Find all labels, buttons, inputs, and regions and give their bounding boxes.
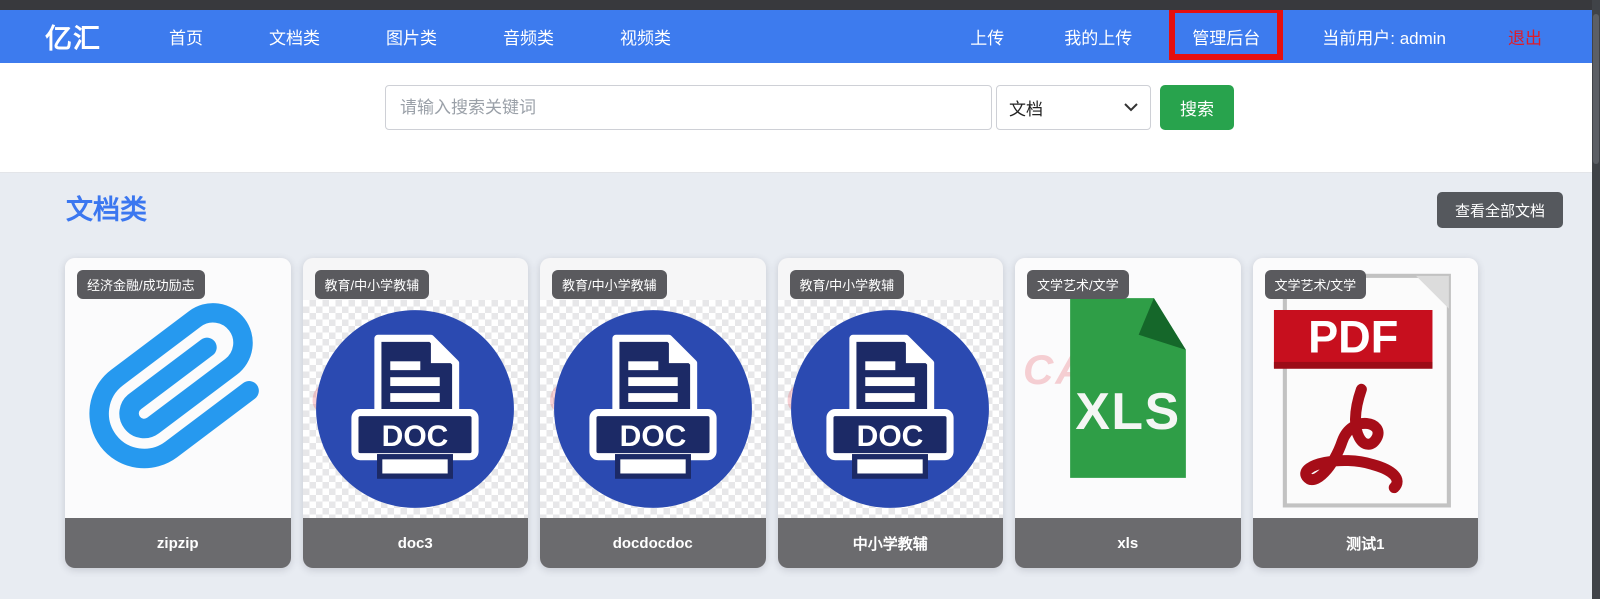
category-select[interactable]: 文档	[996, 85, 1151, 130]
search-button[interactable]: 搜索	[1160, 85, 1234, 130]
chevron-down-icon	[1124, 103, 1138, 112]
scrollbar-track[interactable]	[1592, 0, 1600, 599]
nav-item-images[interactable]: 图片类	[386, 24, 437, 49]
category-tag: 教育/中小学教辅	[552, 270, 667, 299]
document-thumbnail: pngtreepngtreeCAFE DOC	[540, 300, 766, 518]
nav-item-my-uploads[interactable]: 我的上传	[1064, 24, 1132, 49]
nav-item-docs[interactable]: 文档类	[269, 24, 320, 49]
nav-item-admin-panel[interactable]: 管理后台	[1192, 24, 1260, 49]
svg-text:PDF: PDF	[1308, 311, 1398, 362]
nav-right: 上传 我的上传 管理后台 当前用户: admin 退出	[970, 24, 1568, 49]
section-title: 文档类	[66, 188, 147, 227]
svg-text:DOC: DOC	[619, 420, 686, 453]
document-thumbnail: pngtreepngtreeCAFE DOC	[778, 300, 1004, 518]
document-card[interactable]: 教育/中小学教辅 pngtreepngtreeCAFE DOC 中小学教辅	[778, 258, 1004, 568]
category-tag: 文学艺术/文学	[1027, 270, 1129, 299]
document-title: xls	[1015, 518, 1241, 568]
scrollbar-thumb[interactable]	[1593, 14, 1599, 164]
search-input[interactable]	[385, 85, 992, 130]
current-user-label: 当前用户: admin	[1322, 24, 1446, 49]
category-tag: 文学艺术/文学	[1265, 270, 1367, 299]
nav-item-home[interactable]: 首页	[169, 24, 203, 49]
svg-text:DOC: DOC	[857, 420, 924, 453]
document-title: zipzip	[65, 518, 291, 568]
category-tag: 教育/中小学教辅	[790, 270, 905, 299]
document-card[interactable]: 经济金融/成功励志 zipzip	[65, 258, 291, 568]
document-title: doc3	[303, 518, 529, 568]
category-tag: 教育/中小学教辅	[315, 270, 430, 299]
search-bar: 文档 搜索	[0, 63, 1592, 173]
logout-link[interactable]: 退出	[1508, 24, 1542, 49]
document-card[interactable]: 教育/中小学教辅 pngtreepngtreeCAFE DOC doc3	[303, 258, 529, 568]
nav-item-audio[interactable]: 音频类	[503, 24, 554, 49]
nav-item-video[interactable]: 视频类	[620, 24, 671, 49]
nav-menu-left: 首页 文档类 图片类 音频类 视频类	[169, 24, 671, 49]
nav-item-upload[interactable]: 上传	[970, 24, 1004, 49]
document-title: 中小学教辅	[778, 518, 1004, 568]
pdf-file-icon: PDF	[1263, 266, 1468, 518]
doc-file-icon: DOC	[309, 303, 521, 515]
category-tag: 经济金融/成功励志	[77, 270, 205, 299]
document-title: docdocdoc	[540, 518, 766, 568]
document-card-grid: 经济金融/成功励志 zipzip 教育/中小学教辅 pngtreepngtree…	[65, 258, 1478, 568]
nav-menu-right: 上传 我的上传 管理后台	[970, 24, 1260, 49]
site-logo[interactable]: 亿汇	[45, 17, 101, 56]
document-card[interactable]: 文学艺术/文学 CAFE XLS xls	[1015, 258, 1241, 568]
doc-file-icon: DOC	[784, 303, 996, 515]
document-card[interactable]: 教育/中小学教辅 pngtreepngtreeCAFE DOC docdocdo…	[540, 258, 766, 568]
svg-text:XLS: XLS	[1075, 382, 1180, 440]
document-card[interactable]: 文学艺术/文学 PDF 测试1	[1253, 258, 1479, 568]
xls-file-icon: XLS	[1044, 289, 1212, 487]
navbar: 亿汇 首页 文档类 图片类 音频类 视频类 上传 我的上传 管理后台 当前用户: admin…	[0, 10, 1592, 63]
window-top-edge	[0, 0, 1600, 10]
category-selected-value: 文档	[1009, 95, 1043, 120]
view-all-docs-button[interactable]: 查看全部文档	[1437, 192, 1563, 228]
document-title: 测试1	[1253, 518, 1479, 568]
doc-file-icon: DOC	[547, 303, 759, 515]
screen: 亿汇 首页文档类图片类音频类视频类 上传我的上传管理后台 当前用户: admin…	[0, 0, 1600, 599]
svg-text:DOC: DOC	[382, 420, 449, 453]
document-thumbnail: pngtreepngtreeCAFE DOC	[303, 300, 529, 518]
